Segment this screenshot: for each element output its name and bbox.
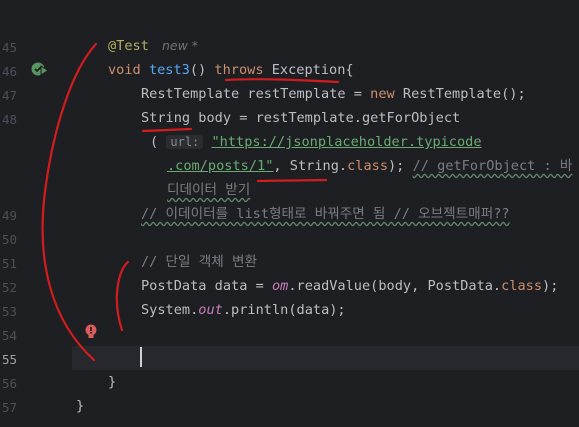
handwritten-annotations: [41, 42, 340, 362]
